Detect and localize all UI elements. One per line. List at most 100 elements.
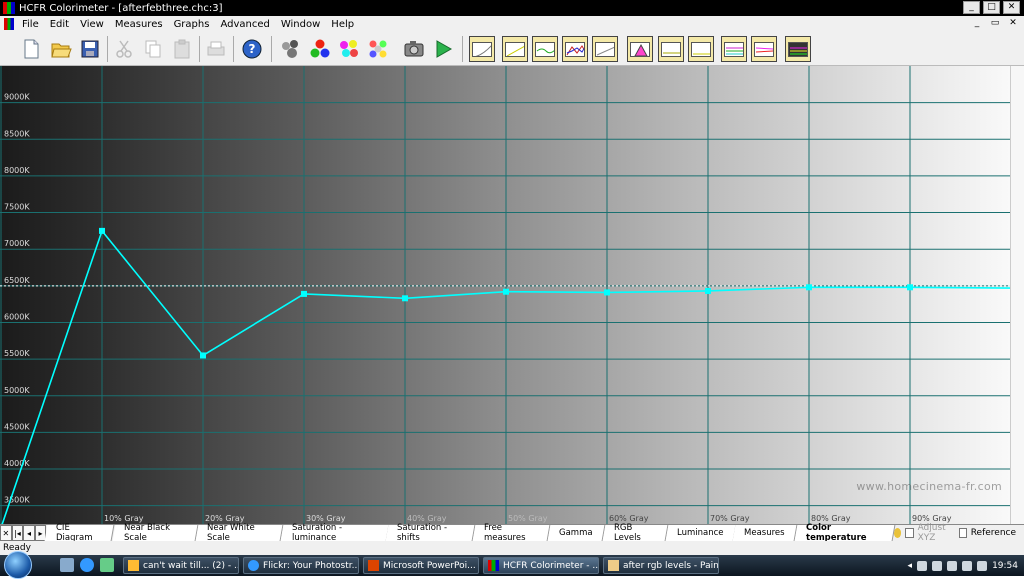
paste-icon[interactable] xyxy=(169,36,195,62)
bulb-icon[interactable] xyxy=(893,528,902,538)
task-label: HCFR Colorimeter - ... xyxy=(503,560,599,571)
y-tick-label: 4000K xyxy=(4,459,30,468)
data-point xyxy=(99,227,105,234)
x-tick-label: 90% Gray xyxy=(912,514,952,523)
start-button[interactable] xyxy=(4,551,32,579)
menu-graphs[interactable]: Graphs xyxy=(170,19,217,30)
x-tick-label: 60% Gray xyxy=(609,514,649,523)
minimize-button[interactable]: _ xyxy=(963,1,980,14)
menu-window[interactable]: Window xyxy=(277,19,327,30)
copy-icon[interactable] xyxy=(140,36,166,62)
print-icon[interactable] xyxy=(203,36,229,62)
data-point xyxy=(604,289,610,296)
mdi-restore-button[interactable]: ▭ xyxy=(988,18,1002,28)
tab-near-black-scale[interactable]: Near Black Scale xyxy=(112,523,199,543)
quicklaunch-icon[interactable] xyxy=(100,558,114,572)
menu-help[interactable]: Help xyxy=(327,19,361,30)
task-button-active[interactable]: HCFR Colorimeter - ... xyxy=(483,557,599,574)
task-label: after rgb levels - Paint xyxy=(623,560,719,571)
data-point xyxy=(301,290,307,297)
y-tick-label: 9000K xyxy=(4,93,30,102)
graph-luminance-icon[interactable] xyxy=(502,36,528,62)
tab-saturation-shifts[interactable]: Saturation - shifts xyxy=(385,523,476,543)
reference-checkbox[interactable] xyxy=(958,528,967,538)
color-temperature-chart: 3500K 4000K 4500K 5000K 5500K 6000K 6500K 7000K… xyxy=(0,66,1010,524)
menu-file[interactable]: File xyxy=(18,19,46,30)
title-bar: HCFR Colorimeter - [afterfebthree.chc:3]… xyxy=(0,0,1024,16)
task-label: Flickr: Your Photostr... xyxy=(263,560,359,571)
graph-a-icon[interactable] xyxy=(658,36,684,62)
spheres-icon[interactable] xyxy=(278,36,304,62)
tab-cie-diagram[interactable]: CIE Diagram xyxy=(44,523,115,543)
graph-nearwhite-icon[interactable] xyxy=(592,36,618,62)
graph-saturation-icon[interactable] xyxy=(562,36,588,62)
help-icon[interactable]: ? xyxy=(239,36,265,62)
paint-icon xyxy=(608,560,619,571)
y-tick-label: 8000K xyxy=(4,166,30,175)
first-tab-button[interactable]: |◂ xyxy=(11,525,24,541)
close-button[interactable]: ✕ xyxy=(1003,1,1020,14)
view-tabs: ✕ |◂ ◂ ▸ CIE Diagram Near Black Scale Ne… xyxy=(0,523,1024,543)
svg-text:?: ? xyxy=(249,42,256,56)
tab-color-temperature[interactable]: Color temperature xyxy=(794,523,896,543)
y-tick-label: 8500K xyxy=(4,129,30,138)
menu-edit[interactable]: Edit xyxy=(46,19,76,30)
graph-gamma-icon[interactable] xyxy=(469,36,495,62)
color-balls-icon[interactable] xyxy=(336,36,362,62)
data-point xyxy=(806,284,812,291)
graph-c-icon[interactable] xyxy=(721,36,747,62)
cie-graph-icon[interactable] xyxy=(627,36,653,62)
tray-icon[interactable] xyxy=(962,560,973,571)
y-tick-label: 6000K xyxy=(4,312,30,321)
taskbar: can't wait till... (2) - ... Flickr: You… xyxy=(0,551,1024,579)
chart-background xyxy=(0,66,1010,524)
rgb-balls-icon[interactable] xyxy=(307,36,333,62)
tray-expand-icon[interactable]: ◂ xyxy=(908,561,913,571)
tab-near-white-scale[interactable]: Near White Scale xyxy=(195,523,284,543)
tab-saturation-luminance[interactable]: Saturation - luminance xyxy=(280,523,389,543)
play-icon[interactable] xyxy=(430,36,456,62)
document-icon[interactable] xyxy=(4,18,14,30)
tab-free-measures[interactable]: Free measures xyxy=(472,523,551,543)
adjust-xyz-checkbox[interactable] xyxy=(905,528,914,538)
camera-icon[interactable] xyxy=(401,36,427,62)
toolbar: ? xyxy=(0,32,1024,66)
task-button[interactable]: Flickr: Your Photostr... xyxy=(243,557,359,574)
task-button[interactable]: Microsoft PowerPoi... xyxy=(363,557,479,574)
show-desktop-icon[interactable] xyxy=(60,558,74,572)
vertical-scrollbar[interactable] xyxy=(1010,66,1024,524)
y-tick-label: 5000K xyxy=(4,386,30,395)
tray-network-icon[interactable] xyxy=(917,560,928,571)
save-icon[interactable] xyxy=(77,36,103,62)
mdi-close-button[interactable]: ✕ xyxy=(1006,18,1020,28)
ie-icon[interactable] xyxy=(80,558,94,572)
close-tab-button[interactable]: ✕ xyxy=(0,525,12,541)
tab-luminance[interactable]: Luminance xyxy=(665,525,736,541)
color-grid-icon[interactable] xyxy=(365,36,391,62)
cut-icon[interactable] xyxy=(111,36,137,62)
new-icon[interactable] xyxy=(18,36,44,62)
y-tick-label: 7500K xyxy=(4,203,30,212)
menu-advanced[interactable]: Advanced xyxy=(216,19,276,30)
open-icon[interactable] xyxy=(48,36,74,62)
menu-bar: File Edit View Measures Graphs Advanced … xyxy=(0,16,1024,32)
tab-measures[interactable]: Measures xyxy=(732,525,798,541)
ie-icon xyxy=(248,560,259,571)
mdi-minimize-button[interactable]: _ xyxy=(970,18,984,28)
graph-b-icon[interactable] xyxy=(688,36,714,62)
tab-gamma[interactable]: Gamma xyxy=(547,525,606,541)
menu-view[interactable]: View xyxy=(76,19,111,30)
task-button[interactable]: can't wait till... (2) - ... xyxy=(123,557,239,574)
task-button[interactable]: after rgb levels - Paint xyxy=(603,557,719,574)
menu-measures[interactable]: Measures xyxy=(111,19,170,30)
graph-e-icon[interactable] xyxy=(785,36,811,62)
tray-icon[interactable] xyxy=(977,560,988,571)
tab-rgb-levels[interactable]: RGB Levels xyxy=(602,523,669,543)
tray-volume-icon[interactable] xyxy=(947,560,958,571)
graph-rgb-levels-icon[interactable] xyxy=(532,36,558,62)
tray-icon[interactable] xyxy=(932,560,943,571)
prev-tab-button[interactable]: ◂ xyxy=(23,525,35,541)
clock[interactable]: 19:54 xyxy=(992,561,1018,571)
maximize-button[interactable]: □ xyxy=(983,1,1000,14)
graph-d-icon[interactable] xyxy=(751,36,777,62)
